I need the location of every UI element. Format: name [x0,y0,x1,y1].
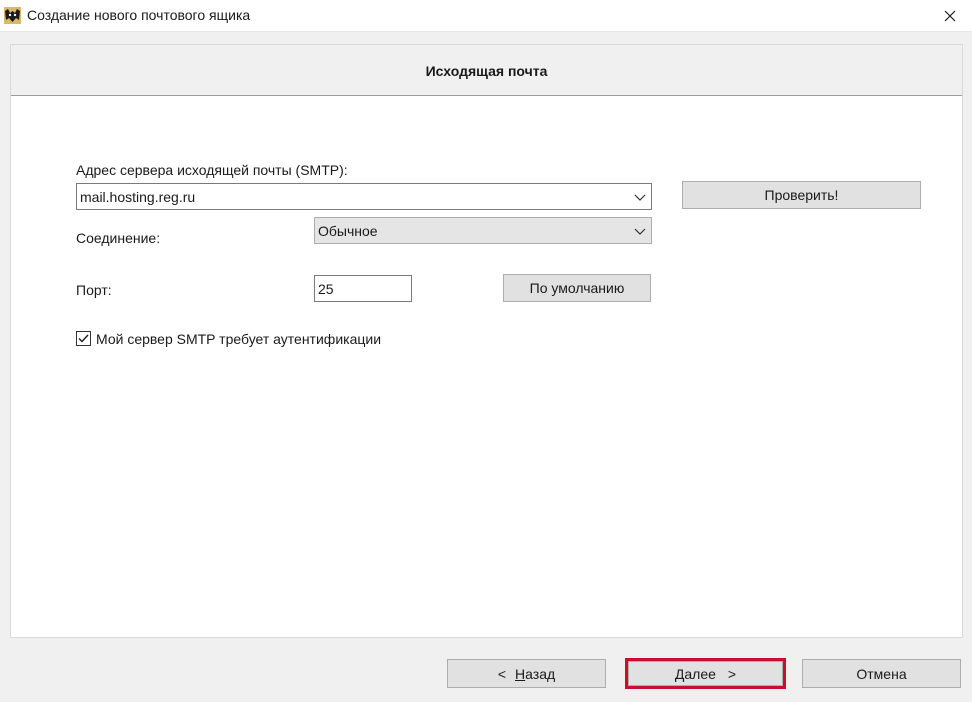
panel-header: Исходящая почта [11,45,962,96]
back-arrow: < [497,665,507,682]
smtp-server-label: Адрес сервера исходящей почты (SMTP): [76,162,348,178]
back-hotkey: Н [515,665,526,682]
title-divider [0,31,972,32]
close-icon [944,10,956,21]
default-port-button[interactable]: По умолчанию [503,274,651,302]
checkmark-icon [78,334,89,343]
connection-label: Соединение: [76,230,161,246]
port-label: Порт: [76,282,112,298]
chevron-down-icon [634,194,646,201]
cancel-button[interactable]: Отмена [802,659,961,688]
page-title: Исходящая почта [425,63,548,79]
port-value: 25 [318,281,334,297]
smtp-server-combobox[interactable]: mail.hosting.reg.ru [76,183,652,210]
title-bar: Создание нового почтового ящика [0,0,972,31]
connection-select[interactable]: Обычное [314,217,652,244]
chevron-down-icon [634,228,646,235]
check-server-button[interactable]: Проверить! [682,181,921,209]
bat-icon [4,7,21,24]
next-button[interactable]: Далее > [628,661,783,686]
next-hotkey: Д [674,665,685,682]
port-input[interactable]: 25 [314,275,412,302]
smtp-server-value: mail.hosting.reg.ru [80,189,196,205]
next-arrow: > [727,665,737,682]
back-label-rest: азад [525,665,556,682]
close-button[interactable] [928,0,972,31]
smtp-auth-checkbox[interactable] [76,331,91,346]
window-title: Создание нового почтового ящика [27,7,251,23]
smtp-auth-label[interactable]: Мой сервер SMTP требует аутентификации [96,331,381,347]
back-button[interactable]: < Назад [447,659,606,688]
next-label-rest: алее [684,665,716,682]
connection-value: Обычное [318,223,378,239]
